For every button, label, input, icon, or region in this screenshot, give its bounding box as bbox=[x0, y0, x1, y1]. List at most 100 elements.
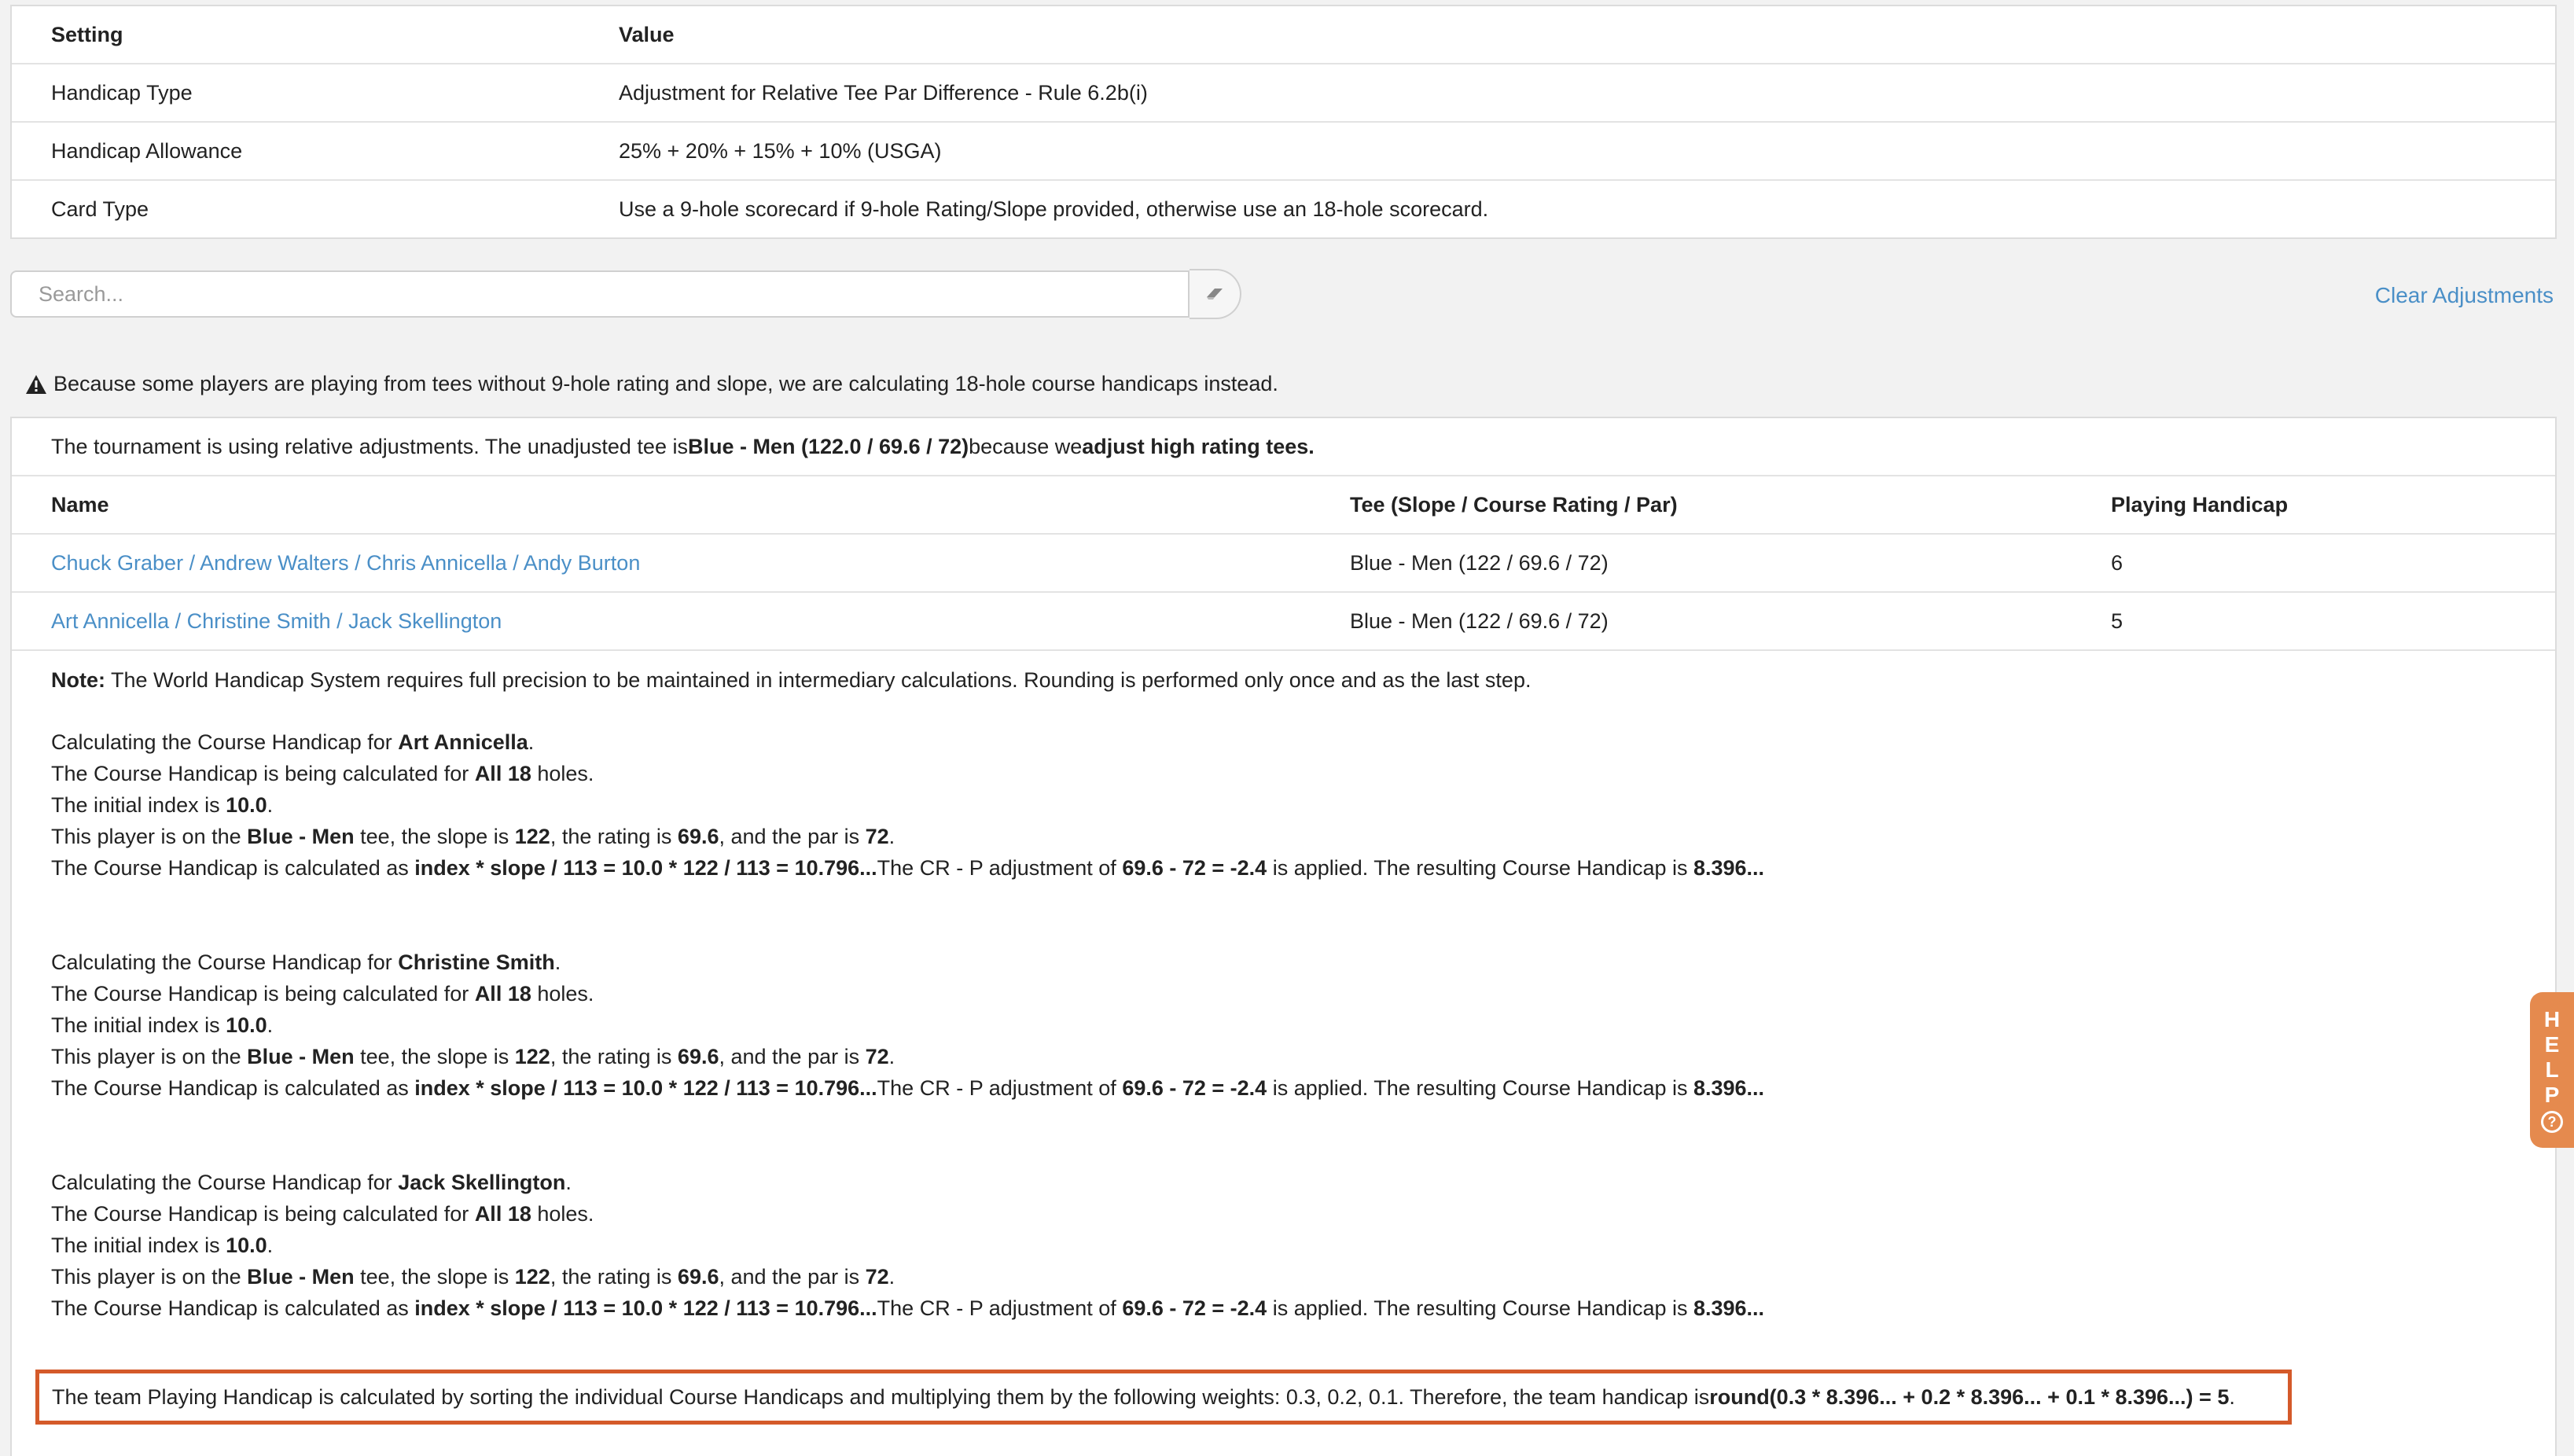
calc-line: The Course Handicap is calculated as ind… bbox=[51, 1072, 1764, 1104]
calc-player: Christine Smith bbox=[398, 950, 555, 974]
handicap-panel: The tournament is using relative adjustm… bbox=[10, 417, 2557, 1456]
calc-line: This player is on the Blue - Men tee, th… bbox=[51, 821, 1764, 852]
calc-line: The Course Handicap is being calculated … bbox=[51, 758, 1764, 789]
settings-row: Handicap Allowance 25% + 20% + 15% + 10%… bbox=[12, 121, 2555, 179]
clear-search-button[interactable] bbox=[1190, 269, 1241, 319]
calc-text: 122 bbox=[514, 1265, 550, 1289]
calc-line: This player is on the Blue - Men tee, th… bbox=[51, 1261, 1764, 1292]
calc-text: 8.396... bbox=[1693, 1076, 1765, 1100]
calc-text: index * slope / 113 = 10.0 * 122 / 113 =… bbox=[414, 856, 877, 880]
calc-text: Blue - Men bbox=[247, 825, 355, 848]
calc-text: . bbox=[267, 1013, 274, 1037]
calc-text: The CR - P adjustment of bbox=[877, 1076, 1123, 1100]
calc-text: The CR - P adjustment of bbox=[877, 1296, 1123, 1320]
calc-text: tee, the slope is bbox=[354, 1045, 515, 1068]
calc-text: is applied. The resulting Course Handica… bbox=[1267, 1296, 1693, 1320]
setting-label: Handicap Type bbox=[51, 80, 193, 105]
warning-icon bbox=[26, 374, 46, 394]
team-playing-handicap: 5 bbox=[2111, 609, 2124, 633]
calc-text: . bbox=[565, 1171, 572, 1194]
team-name-link[interactable]: Chuck Graber / Andrew Walters / Chris An… bbox=[51, 535, 640, 591]
divider bbox=[12, 649, 2555, 651]
calc-player: Jack Skellington bbox=[398, 1171, 566, 1194]
calc-text: . bbox=[888, 825, 895, 848]
calc-text: tee, the slope is bbox=[354, 1265, 515, 1289]
eraser-icon bbox=[1207, 289, 1223, 300]
calc-text: 10.0 bbox=[226, 1013, 267, 1037]
setting-value: Use a 9-hole scorecard if 9-hole Rating/… bbox=[619, 197, 1489, 221]
team-tee: Blue - Men (122 / 69.6 / 72) bbox=[1350, 609, 1609, 633]
calc-line: Calculating the Course Handicap for Art … bbox=[51, 726, 1764, 758]
calc-line: The Course Handicap is being calculated … bbox=[51, 1198, 1764, 1230]
precision-note: Note: The World Handicap System requires… bbox=[51, 664, 1531, 696]
column-header-tee: Tee (Slope / Course Rating / Par) bbox=[1350, 492, 1678, 517]
calc-text: Calculating the Course Handicap for bbox=[51, 730, 399, 754]
calc-text: , the rating is bbox=[550, 1045, 678, 1068]
calc-text: Note: The World Handicap System requires… bbox=[51, 664, 1531, 696]
column-header-name: Name bbox=[51, 492, 109, 517]
calc-text: , the rating is bbox=[550, 825, 678, 848]
calc-text: 8.396... bbox=[1693, 856, 1765, 880]
notice-text: The tournament is using relative adjustm… bbox=[51, 434, 688, 458]
search-input[interactable] bbox=[10, 270, 1190, 318]
calculation-block: Calculating the Course Handicap for Jack… bbox=[51, 1167, 1764, 1324]
calc-text: . bbox=[267, 1234, 274, 1257]
team-tee: Blue - Men (122 / 69.6 / 72) bbox=[1350, 550, 1609, 575]
help-tab[interactable]: H E L P ? bbox=[2530, 992, 2574, 1148]
calc-text: , and the par is bbox=[719, 1265, 866, 1289]
calc-text: . bbox=[888, 1265, 895, 1289]
summary-formula: round(0.3 * 8.396... + 0.2 * 8.396... + … bbox=[1709, 1384, 2230, 1409]
calc-text: 10.0 bbox=[226, 793, 267, 817]
calc-text: 69.6 bbox=[677, 1045, 719, 1068]
calc-text: The CR - P adjustment of bbox=[877, 856, 1123, 880]
summary-text: The team Playing Handicap is calculated … bbox=[52, 1384, 1710, 1409]
calc-text: 122 bbox=[514, 825, 550, 848]
calc-line: This player is on the Blue - Men tee, th… bbox=[51, 1041, 1764, 1072]
calc-text: , the rating is bbox=[550, 1265, 678, 1289]
calc-line: Calculating the Course Handicap for Chri… bbox=[51, 947, 1764, 978]
help-letter: H bbox=[2543, 1007, 2561, 1031]
calc-text: Calculating the Course Handicap for bbox=[51, 950, 399, 974]
help-letter: L bbox=[2545, 1057, 2559, 1082]
calc-text: The Course Handicap is being calculated … bbox=[51, 762, 475, 785]
calc-text: 69.6 - 72 = -2.4 bbox=[1122, 1076, 1267, 1100]
settings-row: Card Type Use a 9-hole scorecard if 9-ho… bbox=[12, 179, 2555, 237]
calc-text: holes. bbox=[531, 1202, 594, 1226]
calc-text: 8.396... bbox=[1693, 1296, 1765, 1320]
calc-text: The Course Handicap is being calculated … bbox=[51, 982, 475, 1006]
calc-player: Art Annicella bbox=[398, 730, 528, 754]
settings-table: Setting Value Handicap Type Adjustment f… bbox=[10, 5, 2557, 239]
calc-text: This player is on the bbox=[51, 825, 248, 848]
calc-text: All 18 bbox=[474, 762, 531, 785]
settings-header-setting: Setting bbox=[51, 22, 123, 46]
team-name-link[interactable]: Art Annicella / Christine Smith / Jack S… bbox=[51, 593, 502, 649]
calc-text: 69.6 bbox=[677, 825, 719, 848]
calc-line: The initial index is 10.0. bbox=[51, 1230, 1764, 1261]
calc-text: The initial index is bbox=[51, 1013, 226, 1037]
calc-text: 72 bbox=[865, 1045, 889, 1068]
column-header-playing-handicap: Playing Handicap bbox=[2111, 492, 2289, 517]
setting-label: Handicap Allowance bbox=[51, 138, 243, 163]
calculation-block: Calculating the Course Handicap for Chri… bbox=[51, 947, 1764, 1104]
calc-text: The Course Handicap is calculated as bbox=[51, 856, 415, 880]
calc-text: . bbox=[554, 950, 561, 974]
clear-adjustments-link[interactable]: Clear Adjustments bbox=[2375, 283, 2554, 308]
notice-text: because we bbox=[969, 434, 1083, 458]
calc-line: The Course Handicap is calculated as ind… bbox=[51, 852, 1764, 884]
note-text: The World Handicap System requires full … bbox=[105, 668, 1532, 692]
calc-text: 72 bbox=[865, 1265, 889, 1289]
calc-text: The Course Handicap is calculated as bbox=[51, 1296, 415, 1320]
calc-text: All 18 bbox=[474, 982, 531, 1006]
calc-text: Blue - Men bbox=[247, 1045, 355, 1068]
calc-text: is applied. The resulting Course Handica… bbox=[1267, 856, 1693, 880]
calc-text: . bbox=[888, 1045, 895, 1068]
relative-adjustment-notice: The tournament is using relative adjustm… bbox=[51, 418, 1315, 475]
calc-text: 122 bbox=[514, 1045, 550, 1068]
calc-text: The initial index is bbox=[51, 793, 226, 817]
search-bar bbox=[10, 269, 1241, 321]
calc-text: , and the par is bbox=[719, 1045, 866, 1068]
notice-reason: adjust high rating tees. bbox=[1082, 434, 1315, 458]
calc-line: Calculating the Course Handicap for Jack… bbox=[51, 1167, 1764, 1198]
settings-header-row: Setting Value bbox=[12, 6, 2555, 63]
notice-tee: Blue - Men (122.0 / 69.6 / 72) bbox=[687, 434, 969, 458]
